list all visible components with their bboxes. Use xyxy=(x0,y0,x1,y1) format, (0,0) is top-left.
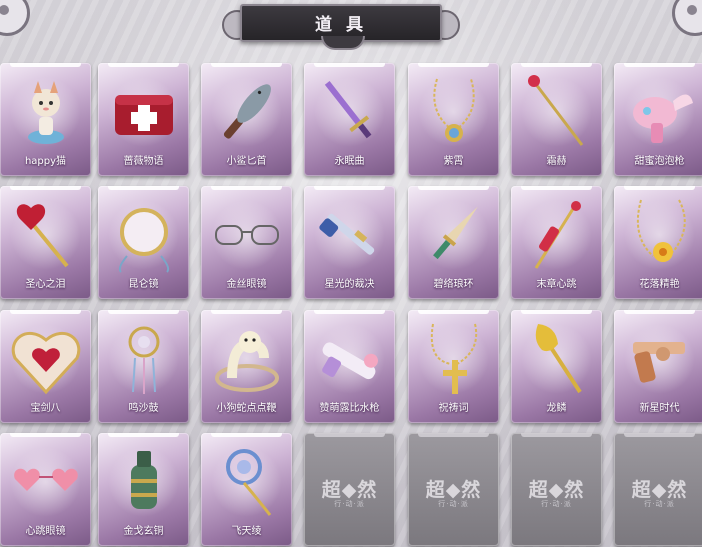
item-label: 永眠曲 xyxy=(334,156,365,167)
page-title: 道 具 xyxy=(315,15,367,35)
item-card[interactable]: 赞萌露比水枪 xyxy=(304,310,395,423)
cat-figurine-icon xyxy=(8,71,83,153)
item-card[interactable]: 碧络琅环 xyxy=(408,186,499,299)
item-card[interactable]: 祝祷词 xyxy=(408,310,499,423)
flower-necklace-icon xyxy=(622,194,697,276)
watermark-subtitle: 行·动·派 xyxy=(644,500,675,508)
revolver-icon xyxy=(622,318,697,400)
item-card[interactable]: 花落精艳 xyxy=(614,186,702,299)
watermark-logo: 超◆然 xyxy=(631,479,688,501)
item-label: 星光的裁决 xyxy=(324,279,375,290)
ribbon-flower-icon xyxy=(209,441,284,523)
item-card[interactable]: 金丝眼镜 xyxy=(201,186,292,299)
banner-drip xyxy=(321,36,365,50)
cross-necklace-icon xyxy=(416,318,491,400)
scepter-icon xyxy=(519,194,594,276)
item-card[interactable]: 宝剑八 xyxy=(0,310,91,423)
dreamcatcher-icon xyxy=(106,318,181,400)
red-staff-icon xyxy=(519,71,594,153)
item-card[interactable]: 圣心之泪 xyxy=(0,186,91,299)
item-label: 龙鳞 xyxy=(546,403,567,414)
item-card[interactable]: 紫霄 xyxy=(408,63,499,176)
item-card[interactable]: 末章心跳 xyxy=(511,186,602,299)
item-label: 昆仑镜 xyxy=(128,279,159,290)
item-label: 飞天绫 xyxy=(231,526,262,537)
item-card[interactable]: 龙鳞 xyxy=(511,310,602,423)
item-card[interactable]: 永眠曲 xyxy=(304,63,395,176)
watermark-logo: 超◆然 xyxy=(425,479,482,501)
item-label: 霜赫 xyxy=(546,156,567,167)
water-gun-icon xyxy=(312,318,387,400)
item-card[interactable]: 甜蜜泡泡枪 xyxy=(614,63,702,176)
title-banner: 道 具 xyxy=(222,0,460,50)
empty-slot: 超◆然 行·动·派 xyxy=(511,433,602,546)
rifle-icon xyxy=(312,194,387,276)
watermark-logo: 超◆然 xyxy=(528,479,585,501)
watermark-logo: 超◆然 xyxy=(321,479,378,501)
item-label: 小鲨匕首 xyxy=(226,156,267,167)
item-label: 碧络琅环 xyxy=(433,279,474,290)
item-card[interactable]: 星光的裁决 xyxy=(304,186,395,299)
heart-key-icon xyxy=(8,194,83,276)
item-card[interactable]: 心跳眼镜 xyxy=(0,433,91,546)
heart-shield-icon xyxy=(8,318,83,400)
item-label: 鸣沙鼓 xyxy=(128,403,159,414)
item-label: 花落精艳 xyxy=(639,279,680,290)
heart-glasses-icon xyxy=(8,441,83,523)
watermark-subtitle: 行·动·派 xyxy=(334,500,365,508)
item-card[interactable]: 昆仑镜 xyxy=(98,186,189,299)
item-label: 小狗蛇点点鞭 xyxy=(216,403,277,414)
item-card[interactable]: 蔷薇物语 xyxy=(98,63,189,176)
item-label: 圣心之泪 xyxy=(25,279,66,290)
jade-dagger-icon xyxy=(416,194,491,276)
bubble-gun-icon xyxy=(622,71,697,153)
ornate-mirror-icon xyxy=(106,194,181,276)
item-card[interactable]: 飞天绫 xyxy=(201,433,292,546)
watermark-subtitle: 行·动·派 xyxy=(438,500,469,508)
item-card[interactable]: 鸣沙鼓 xyxy=(98,310,189,423)
item-card[interactable]: 小狗蛇点点鞭 xyxy=(201,310,292,423)
medical-case-icon xyxy=(106,71,181,153)
item-label: 宝剑八 xyxy=(30,403,61,414)
item-label: 紫霄 xyxy=(443,156,464,167)
item-card[interactable]: 霜赫 xyxy=(511,63,602,176)
item-label: 甜蜜泡泡枪 xyxy=(634,156,685,167)
item-label: 祝祷词 xyxy=(438,403,469,414)
item-card[interactable]: 小鲨匕首 xyxy=(201,63,292,176)
item-label: 末章心跳 xyxy=(536,279,577,290)
item-label: 新星时代 xyxy=(639,403,680,414)
glasses-icon xyxy=(209,194,284,276)
pendant-necklace-icon xyxy=(416,71,491,153)
shark-dagger-icon xyxy=(209,71,284,153)
item-label: 心跳眼镜 xyxy=(25,526,66,537)
snake-whip-icon xyxy=(209,318,284,400)
item-label: 金丝眼镜 xyxy=(226,279,267,290)
item-card[interactable]: 新星时代 xyxy=(614,310,702,423)
item-label: 赞萌露比水枪 xyxy=(319,403,380,414)
golden-shovel-icon xyxy=(519,318,594,400)
empty-slot: 超◆然 行·动·派 xyxy=(408,433,499,546)
item-label: happy猫 xyxy=(24,156,67,167)
empty-slot: 超◆然 行·动·派 xyxy=(304,433,395,546)
bronze-grenade-icon xyxy=(106,441,181,523)
item-card[interactable]: 金戈玄铜 xyxy=(98,433,189,546)
empty-slot: 超◆然 行·动·派 xyxy=(614,433,702,546)
purple-sword-icon xyxy=(312,71,387,153)
item-label: 蔷薇物语 xyxy=(123,156,164,167)
item-card[interactable]: happy猫 xyxy=(0,63,91,176)
watermark-subtitle: 行·动·派 xyxy=(541,500,572,508)
item-label: 金戈玄铜 xyxy=(123,526,164,537)
